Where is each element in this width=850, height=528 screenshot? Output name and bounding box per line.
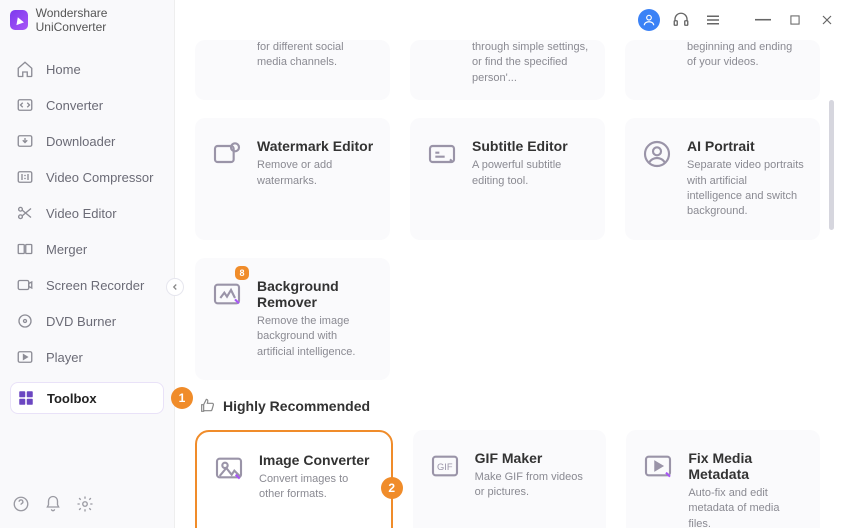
window-minimize-button[interactable]: — — [752, 9, 774, 31]
metadata-icon — [642, 450, 674, 482]
sidebar-item-label: Downloader — [46, 134, 115, 149]
tool-card-fixmetadata[interactable]: Fix Media Metadata Auto-fix and edit met… — [626, 430, 820, 528]
app-title: Wondershare UniConverter — [36, 6, 164, 34]
tool-card-bgremover[interactable]: 8 Background Remover Remove the image ba… — [195, 258, 390, 380]
subtitle-icon — [426, 138, 458, 170]
sidebar-item-label: Player — [46, 350, 83, 365]
card-desc: beginning and ending of your videos. — [687, 40, 804, 71]
section-title: Highly Recommended — [223, 398, 370, 414]
converter-icon — [16, 96, 34, 114]
sidebar-item-recorder[interactable]: Screen Recorder — [10, 270, 164, 300]
tool-row: 8 Background Remover Remove the image ba… — [195, 258, 820, 380]
sidebar-item-label: Video Editor — [46, 206, 117, 221]
merger-icon — [16, 240, 34, 258]
tool-card-gifmaker[interactable]: GIF GIF Maker Make GIF from videos or pi… — [413, 430, 607, 528]
card-desc: Make GIF from videos or pictures. — [475, 470, 591, 501]
tool-row-partial: for different social media channels. thr… — [195, 40, 820, 100]
sidebar-item-label: Merger — [46, 242, 87, 257]
section-heading: Highly Recommended — [199, 398, 820, 414]
sidebar-item-home[interactable]: Home — [10, 54, 164, 84]
svg-text:GIF: GIF — [437, 462, 453, 472]
gif-icon: GIF — [429, 450, 461, 482]
sidebar-item-downloader[interactable]: Downloader — [10, 126, 164, 156]
card-title: Image Converter — [259, 452, 375, 468]
sidebar: Wondershare UniConverter Home Converter … — [0, 0, 175, 528]
titlebar: Wondershare UniConverter — [0, 0, 174, 40]
badge-number: 8 — [235, 266, 249, 280]
card-title: Background Remover — [257, 278, 374, 310]
sidebar-item-label: Home — [46, 62, 81, 77]
compressor-icon — [16, 168, 34, 186]
tool-card-watermark[interactable]: Watermark Editor Remove or add watermark… — [195, 118, 390, 240]
card-desc: Separate video portraits with artificial… — [687, 158, 804, 220]
sidebar-item-merger[interactable]: Merger — [10, 234, 164, 264]
help-icon[interactable] — [12, 495, 30, 518]
tool-row: Watermark Editor Remove or add watermark… — [195, 118, 820, 240]
sidebar-bottom-icons — [0, 485, 174, 528]
card-desc: through simple settings, or find the spe… — [472, 40, 589, 86]
sidebar-item-label: Screen Recorder — [46, 278, 144, 293]
tool-card[interactable]: for different social media channels. — [195, 40, 390, 100]
bg-remover-icon — [211, 278, 243, 310]
sidebar-nav: Home Converter Downloader Video Compress… — [0, 40, 174, 422]
recorder-icon — [16, 276, 34, 294]
headset-icon[interactable] — [670, 9, 692, 31]
sidebar-item-player[interactable]: Player — [10, 342, 164, 372]
card-desc: for different social media channels. — [257, 40, 374, 71]
disc-icon — [16, 312, 34, 330]
home-icon — [16, 60, 34, 78]
window-controls: — — [175, 0, 850, 40]
image-converter-icon — [213, 452, 245, 484]
card-title: GIF Maker — [475, 450, 591, 466]
app-window: Wondershare UniConverter Home Converter … — [0, 0, 850, 528]
card-title: Subtitle Editor — [472, 138, 589, 154]
card-title: AI Portrait — [687, 138, 804, 154]
sidebar-item-label: Toolbox — [47, 391, 97, 406]
sidebar-item-compressor[interactable]: Video Compressor — [10, 162, 164, 192]
card-title: Watermark Editor — [257, 138, 374, 154]
card-desc: Remove the image background with artific… — [257, 314, 374, 360]
card-desc: Auto-fix and edit metadata of media file… — [688, 486, 804, 528]
toolbox-icon — [17, 389, 35, 407]
sidebar-item-toolbox[interactable]: Toolbox 1 — [10, 382, 164, 414]
sidebar-item-editor[interactable]: Video Editor — [10, 198, 164, 228]
tool-card[interactable]: through simple settings, or find the spe… — [410, 40, 605, 100]
watermark-icon — [211, 138, 243, 170]
tool-card-aiportrait[interactable]: AI Portrait Separate video portraits wit… — [625, 118, 820, 240]
bell-icon[interactable] — [44, 495, 62, 518]
downloader-icon — [16, 132, 34, 150]
card-desc: A powerful subtitle editing tool. — [472, 158, 589, 189]
thumbs-up-icon — [199, 398, 215, 414]
app-logo — [10, 10, 28, 30]
tool-card-imageconverter[interactable]: Image Converter Convert images to other … — [195, 430, 393, 528]
ai-portrait-icon — [641, 138, 673, 170]
scrollbar-thumb[interactable] — [829, 100, 834, 230]
sidebar-item-dvdburner[interactable]: DVD Burner — [10, 306, 164, 336]
tool-card-subtitle[interactable]: Subtitle Editor A powerful subtitle edit… — [410, 118, 605, 240]
window-close-button[interactable] — [816, 9, 838, 31]
avatar-icon[interactable] — [638, 9, 660, 31]
card-desc: Remove or add watermarks. — [257, 158, 374, 189]
sidebar-item-label: Video Compressor — [46, 170, 153, 185]
scissors-icon — [16, 204, 34, 222]
card-desc: Convert images to other formats. — [259, 472, 375, 503]
play-icon — [16, 348, 34, 366]
sidebar-item-label: DVD Burner — [46, 314, 116, 329]
tool-card[interactable]: beginning and ending of your videos. — [625, 40, 820, 100]
card-title: Fix Media Metadata — [688, 450, 804, 482]
content-area: for different social media channels. thr… — [175, 40, 850, 528]
sidebar-item-converter[interactable]: Converter — [10, 90, 164, 120]
main-panel: — for different social media channels. t… — [175, 0, 850, 528]
tool-row: Image Converter Convert images to other … — [195, 430, 820, 528]
gear-icon[interactable] — [76, 495, 94, 518]
menu-icon[interactable] — [702, 9, 724, 31]
sidebar-item-label: Converter — [46, 98, 103, 113]
window-maximize-button[interactable] — [784, 9, 806, 31]
callout-badge-2: 2 — [381, 477, 403, 499]
